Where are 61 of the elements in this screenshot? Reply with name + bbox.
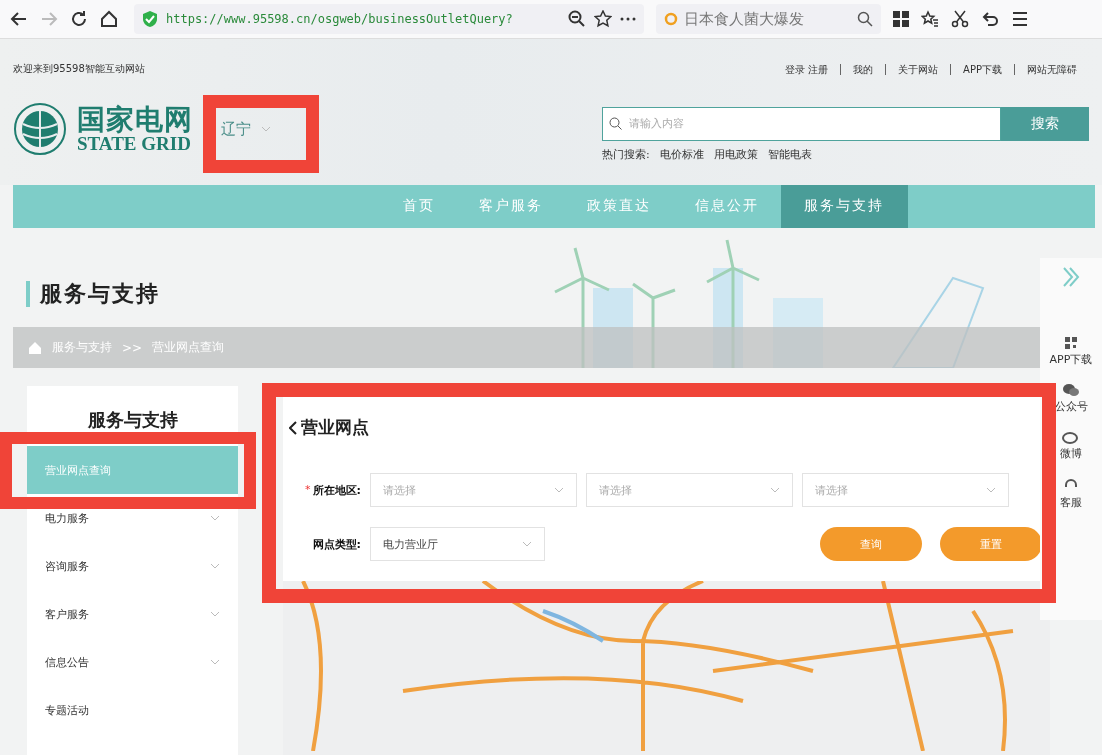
chevron-down-icon [210, 611, 220, 617]
hot-search-link[interactable]: 用电政策 [713, 146, 758, 162]
panel-title: 营业网点 [301, 416, 369, 439]
menu-icon[interactable] [1011, 10, 1029, 29]
floating-toolbar-item[interactable]: 公众号 [1040, 375, 1102, 422]
chevron-down-icon [261, 126, 271, 133]
search-icon [609, 116, 622, 130]
reload-icon[interactable] [70, 10, 88, 29]
floating-toolbar-item[interactable]: APP下载 [1040, 328, 1102, 375]
star-icon[interactable] [594, 10, 612, 29]
sidebar-item[interactable]: 信息公告 [27, 638, 238, 686]
chevron-down-icon [210, 515, 220, 521]
sidebar-title: 服务与支持 [86, 408, 179, 432]
type-dropdown[interactable]: 电力营业厅 [370, 527, 545, 561]
browser-search-field[interactable]: 日本食人菌大爆发 [656, 4, 881, 35]
hot-search-link[interactable]: 电价标准 [659, 146, 704, 162]
hot-search-label: 热门搜索: [602, 146, 650, 162]
logo-name-english: STATE GRID [77, 133, 192, 153]
double-chevron-icon [1061, 266, 1081, 288]
header-link[interactable]: 关于网站 [885, 63, 951, 75]
floating-toolbar-item[interactable]: 客服 [1040, 469, 1102, 518]
header-link[interactable]: APP下载 [950, 63, 1014, 75]
sidebar-item[interactable]: 咨询服务 [27, 542, 238, 590]
url-text: https://www.95598.cn/osgweb/businessOutletQuery? [166, 12, 514, 27]
logo-name: 国家电网 [77, 105, 193, 134]
chevron-down-icon [210, 563, 220, 569]
form-label: 所在地区: [312, 482, 361, 498]
search-engine-icon [664, 12, 678, 27]
globe-logo-icon [13, 102, 67, 157]
breadcrumb-separator: >> [122, 340, 143, 355]
sidebar-item[interactable]: 专题活动 [27, 686, 238, 734]
floating-toolbar-item[interactable]: 微博 [1040, 422, 1102, 469]
address-bar[interactable]: https://www.95598.cn/osgweb/businessOutletQuery? [134, 4, 644, 35]
form-label: 网点类型: [311, 536, 361, 552]
back-chevron-icon[interactable] [289, 420, 297, 435]
shield-icon [142, 10, 158, 29]
scissors-icon[interactable] [951, 10, 969, 29]
chevron-down-icon [522, 541, 532, 547]
zoom-icon[interactable] [568, 10, 586, 29]
chevron-down-icon [770, 487, 780, 493]
star-list-icon[interactable] [921, 10, 939, 29]
sidebar-item[interactable]: 电力服务 [27, 494, 238, 542]
site-search-field[interactable]: 请输入内容 [602, 106, 1001, 141]
qr-code-icon [1064, 336, 1078, 350]
undo-icon[interactable] [981, 10, 999, 29]
more-icon[interactable] [620, 17, 636, 22]
header-link[interactable]: 登录 注册 [772, 63, 841, 75]
header-link[interactable]: 我的 [840, 63, 886, 75]
hot-search-link[interactable]: 智能电表 [767, 146, 812, 162]
grid-icon[interactable] [893, 11, 909, 28]
welcome-text: 欢迎来到95598智能互动网站 [13, 62, 145, 77]
chat-bubbles-icon [1062, 383, 1080, 397]
page-title: 服务与支持 [40, 280, 160, 308]
home-icon[interactable] [100, 10, 118, 29]
search-icon[interactable] [857, 11, 873, 28]
chevron-down-icon [210, 659, 220, 665]
sidebar-item[interactable]: 客户服务 [27, 590, 238, 638]
chevron-down-icon [986, 487, 996, 493]
required-mark: * [305, 482, 311, 498]
header-link[interactable]: 网站无障碍 [1014, 63, 1089, 75]
chevron-down-icon [554, 487, 564, 493]
